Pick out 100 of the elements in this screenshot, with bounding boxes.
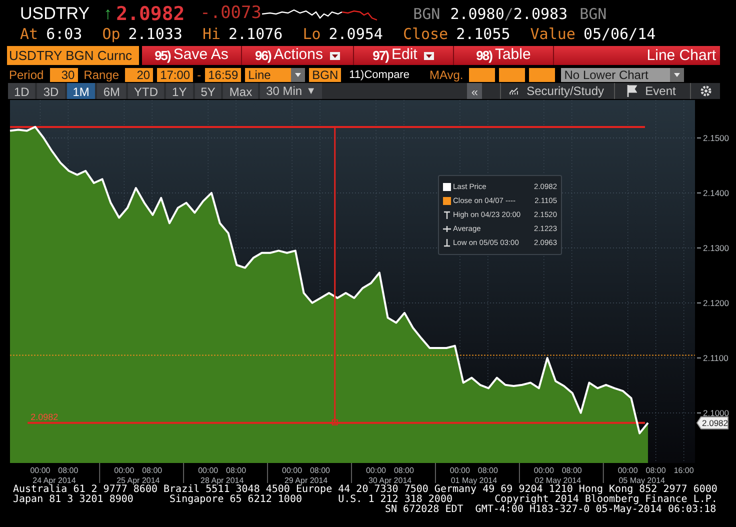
range-tab[interactable]: 1Y xyxy=(166,83,193,99)
level-label: 2.0982 xyxy=(30,412,58,422)
axis-label: 05 May 2014 xyxy=(618,476,665,485)
dropdown-field[interactable]: Line xyxy=(245,68,306,82)
toolbar-button[interactable]: Security/Study xyxy=(500,83,612,99)
plus-icon xyxy=(443,225,451,233)
range-tab[interactable]: 3D xyxy=(37,83,65,99)
interval-dropdown[interactable]: 30 Min ▼ xyxy=(260,83,322,99)
stat-value: 05/06/14 xyxy=(583,24,656,46)
action-button[interactable]: 96) Actions xyxy=(242,46,354,65)
field-label: Period xyxy=(8,68,45,82)
footer-text: Japan 81 3 3201 8900 Singapore 65 6212 1000 U.S. 1 212 318 2000 Copyright 2014 Bloomberg Finance L.P. xyxy=(13,495,718,505)
range-tab[interactable]: YTD xyxy=(128,83,164,99)
input-field[interactable] xyxy=(529,68,556,82)
compare-link[interactable]: 11)Compare xyxy=(349,68,410,82)
square-icon xyxy=(443,197,451,205)
low-marker-icon xyxy=(443,239,451,247)
axis-label: 2.1000 xyxy=(703,408,729,418)
axis-label: 29 Apr 2014 xyxy=(284,476,328,485)
input-field[interactable]: BGN xyxy=(309,68,342,82)
action-button[interactable]: 95) Save As xyxy=(142,46,242,65)
input-field[interactable]: 20 xyxy=(125,68,154,82)
action-button[interactable]: 98) Table xyxy=(454,46,554,65)
axis-label: 08:00 xyxy=(310,466,330,475)
caret-icon xyxy=(670,68,684,82)
stat-value: 2.0954 xyxy=(328,24,383,46)
axis-label: 00:00 xyxy=(282,466,302,475)
field-label: MAvg. xyxy=(428,68,464,82)
range-tab[interactable]: 1M xyxy=(66,83,96,99)
axis-label: 08:00 xyxy=(226,466,246,475)
price-change: -.0073 xyxy=(200,2,262,26)
input-field[interactable] xyxy=(469,68,496,82)
stat-label: Value xyxy=(530,24,576,46)
axis-label: 16:00 xyxy=(674,466,694,475)
axis-label: 00:00 xyxy=(198,466,218,475)
security-field[interactable]: USDTRY BGN Curnc xyxy=(7,46,139,65)
input-field[interactable]: 17:00 xyxy=(157,68,194,82)
square-icon xyxy=(443,183,451,191)
axis-label: 25 Apr 2014 xyxy=(116,476,160,485)
axis-label: 00:00 xyxy=(450,466,470,475)
last-price-tag: 2.0982 xyxy=(696,416,728,430)
stat-value: 2.1033 xyxy=(128,24,182,46)
axis-label: 24 Apr 2014 xyxy=(32,476,76,485)
stat-label: At xyxy=(20,24,38,46)
axis-label: 01 May 2014 xyxy=(450,476,498,485)
axis-label: 08:00 xyxy=(478,466,498,475)
footer-text: SN 672028 EDT GMT-4:00 H183-327-0 05-May-2014 06:03:18 xyxy=(384,505,718,515)
axis-label: 00:00 xyxy=(30,466,50,475)
stat-value: 2.1076 xyxy=(228,24,283,46)
axis-label: 2.1400 xyxy=(703,188,729,198)
axis-label: 08:00 xyxy=(394,466,414,475)
input-field[interactable]: 16:59 xyxy=(205,68,242,82)
quote-source: BGN xyxy=(413,4,440,25)
range-tab[interactable]: Max xyxy=(223,83,258,99)
axis-label: 28 Apr 2014 xyxy=(200,476,244,485)
stat-value: 2.1055 xyxy=(456,24,510,46)
action-button[interactable]: 97) Edit xyxy=(354,46,454,65)
axis-label: 08:00 xyxy=(58,466,78,475)
stat-label: Lo xyxy=(302,24,321,46)
stat-label: Close xyxy=(402,24,448,46)
axis-label: 2.1100 xyxy=(703,352,728,363)
bid-price: 2.0980 xyxy=(450,4,504,25)
range-tab[interactable]: 1D xyxy=(8,83,36,99)
range-tab[interactable]: 5Y xyxy=(194,83,222,99)
ask-price: 2.0983 xyxy=(513,4,568,25)
range-tab[interactable]: 6M xyxy=(97,83,126,99)
last-price: 2.0982 xyxy=(116,2,186,27)
axis-label: 2.1200 xyxy=(703,298,729,308)
change-arrow: ↑ xyxy=(104,4,112,24)
axis-label: 00:00 xyxy=(534,466,554,475)
input-field[interactable] xyxy=(499,68,526,82)
field-label: Range xyxy=(82,68,120,82)
axis-label: 2.1300 xyxy=(703,242,729,253)
footer-text: Australia 61 2 9777 8600 Brazil 5511 3048 4500 Europe 44 20 7330 7500 Germany 49 69 9204 1210 Hong Kong 852 2977 6000 xyxy=(13,485,718,495)
stat-label: Hi xyxy=(202,24,220,46)
axis-label: 00:00 xyxy=(366,466,386,475)
axis-label: 08:00 xyxy=(646,466,666,475)
dropdown-field[interactable]: No Lower Chart xyxy=(561,68,684,82)
axis-label: 08:00 xyxy=(142,466,162,475)
ticker-symbol: USDTRY xyxy=(20,4,90,24)
axis-label: 30 Apr 2014 xyxy=(368,476,412,485)
collapse-button[interactable]: « xyxy=(467,83,482,99)
stat-label: Op xyxy=(102,24,120,46)
caret-icon xyxy=(291,68,306,82)
line-chart-icon xyxy=(509,85,519,97)
range-dash: - xyxy=(197,68,202,82)
toolbar-button[interactable]: Event xyxy=(614,83,688,99)
axis-label: 00:00 xyxy=(618,466,638,475)
high-marker-icon xyxy=(443,211,451,219)
axis-label: 2.1500 xyxy=(703,132,729,143)
input-field[interactable]: 30 xyxy=(50,68,78,82)
axis-label: 08:00 xyxy=(562,466,582,475)
axis-label: 00:00 xyxy=(114,466,134,475)
settings-icon xyxy=(700,85,712,97)
chart-type-title: Line Chart xyxy=(646,46,717,65)
price-separator: / xyxy=(504,4,514,25)
quote-source: BGN xyxy=(580,4,607,25)
axis-label: 02 May 2014 xyxy=(534,476,582,485)
flag-icon xyxy=(627,85,638,97)
stat-value: 6:03 xyxy=(46,24,82,46)
